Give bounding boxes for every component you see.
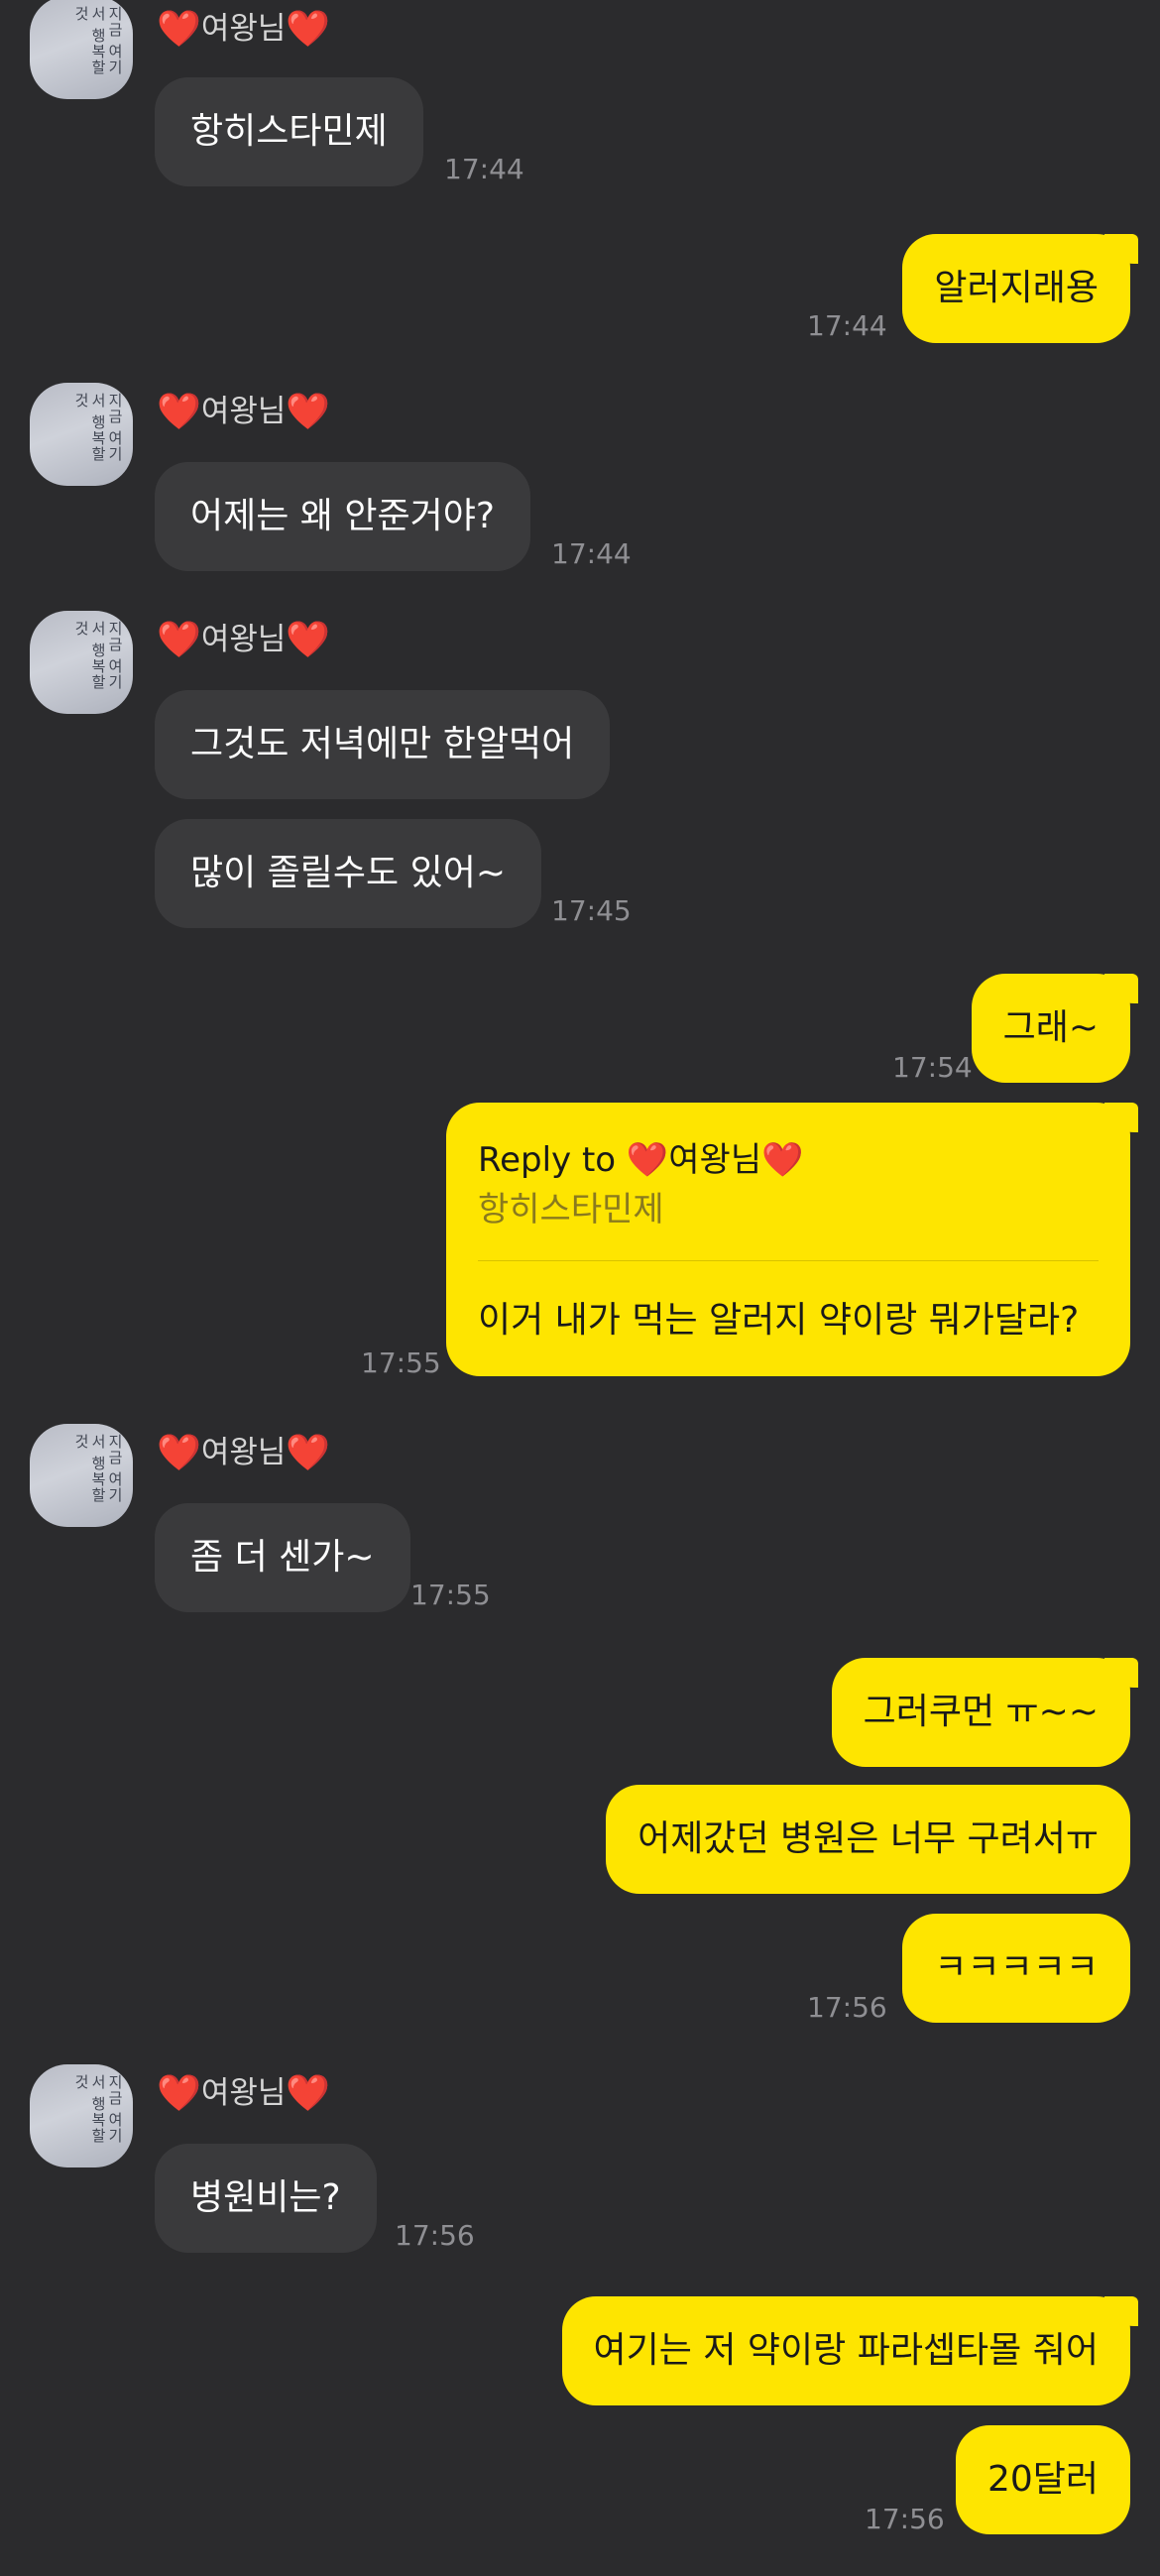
outgoing-message[interactable]: 20달러 (955, 2425, 1130, 2534)
sender-label: 여왕님 (200, 622, 287, 657)
avatar-text: 지금 여기서 행복할 것 (72, 6, 124, 75)
avatar-text: 지금 여기서 행복할 것 (72, 2074, 124, 2144)
avatar[interactable]: 지금 여기서 행복할 것 (30, 383, 133, 486)
reply-divider (478, 1260, 1099, 1261)
heart-icon: ❤️ (157, 1433, 201, 1473)
sender-name: ❤️여왕님❤️ (157, 2070, 330, 2116)
sender-label: 여왕님 (200, 2075, 287, 2111)
avatar[interactable]: 지금 여기서 행복할 것 (30, 2064, 133, 2167)
reply-message[interactable]: Reply to ❤️여왕님❤️ 항히스타민제 이거 내가 먹는 알러지 약이랑… (446, 1103, 1138, 1376)
outgoing-message[interactable]: 알러지래용 (902, 234, 1138, 343)
heart-icon: ❤️ (286, 392, 331, 432)
incoming-message[interactable]: 항히스타민제 (155, 77, 423, 186)
incoming-message[interactable]: 어제는 왜 안준거야? (155, 462, 530, 571)
sender-name: ❤️여왕님❤️ (157, 1430, 330, 1475)
sender-name: ❤️여왕님❤️ (157, 6, 330, 52)
message-time: 17:44 (444, 153, 524, 185)
avatar[interactable]: 지금 여기서 행복할 것 (30, 0, 133, 99)
avatar-text: 지금 여기서 행복할 것 (72, 393, 124, 462)
incoming-message[interactable]: 좀 더 센가~ (155, 1503, 410, 1612)
heart-icon: ❤️ (286, 2073, 331, 2114)
message-time: 17:56 (865, 2503, 945, 2535)
heart-icon: ❤️ (761, 1140, 804, 1180)
heart-icon: ❤️ (157, 620, 201, 660)
avatar-text: 지금 여기서 행복할 것 (72, 621, 124, 690)
message-time: 17:44 (807, 309, 887, 342)
message-time: 17:55 (361, 1347, 441, 1379)
sender-label: 여왕님 (200, 394, 287, 429)
reply-header: Reply to ❤️여왕님❤️ (478, 1132, 803, 1181)
heart-icon: ❤️ (157, 9, 201, 50)
heart-icon: ❤️ (286, 9, 331, 50)
incoming-message[interactable]: 많이 졸릴수도 있어~ (155, 819, 542, 928)
heart-icon: ❤️ (626, 1140, 669, 1180)
heart-icon: ❤️ (286, 1433, 331, 1473)
avatar-text: 지금 여기서 행복할 것 (72, 1434, 124, 1503)
reply-to-name: 여왕님 (668, 1140, 762, 1180)
sender-label: 여왕님 (200, 1435, 287, 1470)
heart-icon: ❤️ (286, 620, 331, 660)
avatar[interactable]: 지금 여기서 행복할 것 (30, 611, 133, 714)
outgoing-message[interactable]: ㅋㅋㅋㅋㅋ (902, 1914, 1130, 2023)
sender-label: 여왕님 (200, 11, 287, 47)
reply-text: 이거 내가 먹는 알러지 약이랑 뭐가달라? (478, 1300, 1080, 1341)
message-time: 17:55 (410, 1579, 491, 1611)
quoted-message[interactable]: 항히스타민제 (478, 1182, 664, 1230)
incoming-message[interactable]: 병원비는? (155, 2144, 377, 2253)
message-time: 17:56 (807, 1991, 887, 2024)
message-time: 17:54 (892, 1051, 973, 1084)
heart-icon: ❤️ (157, 392, 201, 432)
sender-name: ❤️여왕님❤️ (157, 389, 330, 434)
outgoing-message[interactable]: 그래~ (971, 974, 1139, 1083)
sender-name: ❤️여왕님❤️ (157, 617, 330, 662)
outgoing-message[interactable]: 어제갔던 병원은 너무 구려서ㅠ (606, 1785, 1130, 1894)
incoming-message[interactable]: 그것도 저녁에만 한알먹어 (155, 690, 611, 799)
message-time: 17:45 (551, 894, 632, 927)
reply-to-label: Reply to (478, 1140, 617, 1180)
avatar[interactable]: 지금 여기서 행복할 것 (30, 1424, 133, 1527)
message-time: 17:44 (551, 537, 632, 570)
outgoing-message[interactable]: 여기는 저 약이랑 파라셉타몰 줘어 (561, 2296, 1139, 2405)
heart-icon: ❤️ (157, 2073, 201, 2114)
outgoing-message[interactable]: 그러쿠먼 ㅠ~~ (831, 1658, 1139, 1767)
message-time: 17:56 (395, 2219, 475, 2252)
